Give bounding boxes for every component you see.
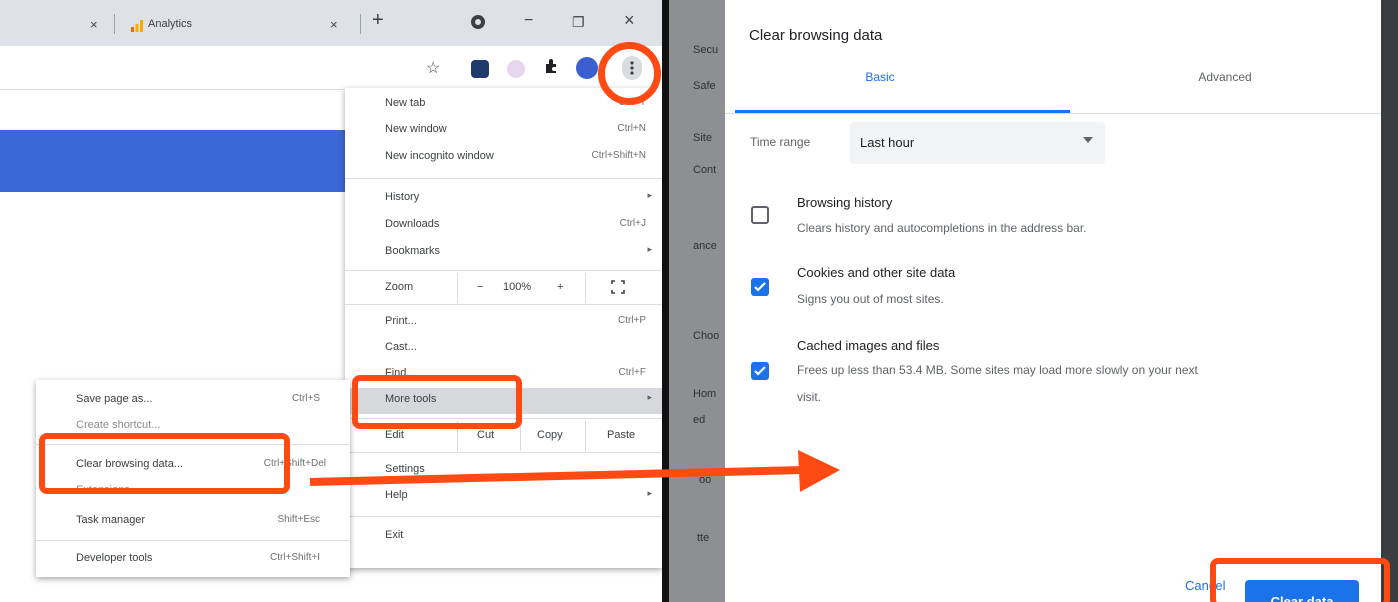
submenu-item-task-manager[interactable]: Task manager Shift+Esc: [36, 510, 350, 536]
tab-separator: [114, 14, 115, 34]
record-icon[interactable]: [470, 14, 486, 35]
tab-separator: [360, 14, 361, 34]
profile-icon[interactable]: [507, 60, 525, 78]
clear-browsing-data-dialog: Clear browsing data Basic Advanced Time …: [725, 0, 1381, 602]
dialog-title: Clear browsing data: [749, 27, 883, 44]
menu-item-history[interactable]: History ▸: [345, 186, 662, 212]
star-icon[interactable]: ☆: [426, 58, 440, 78]
bg-fragment: tte: [697, 532, 710, 544]
close-icon[interactable]: ×: [330, 17, 338, 32]
chevron-right-icon: ▸: [647, 392, 652, 402]
checkbox-cached-images[interactable]: [751, 362, 769, 380]
avatar[interactable]: [576, 57, 598, 79]
bg-fragment: Hom: [693, 388, 717, 400]
option-description: Signs you out of most sites.: [797, 292, 944, 306]
chevron-right-icon: ▸: [647, 190, 652, 200]
extension-icon[interactable]: [471, 60, 489, 78]
checkbox-browsing-history[interactable]: [751, 206, 769, 224]
menu-divider: [345, 516, 662, 517]
close-icon[interactable]: ×: [90, 17, 98, 32]
bg-fragment: Secu: [693, 44, 719, 56]
menu-item-cast[interactable]: Cast...: [345, 336, 662, 362]
option-title: Cached images and files: [797, 338, 940, 353]
menu-item-print[interactable]: Print... Ctrl+P: [345, 310, 662, 336]
option-title: Browsing history: [797, 195, 893, 210]
minimize-button[interactable]: −: [524, 12, 533, 30]
annotation-box-clear-browsing: [39, 433, 290, 494]
option-description: Clears history and autocompletions in th…: [797, 221, 1087, 235]
tab-advanced[interactable]: Advanced: [1155, 70, 1295, 96]
bg-fragment: Choo: [693, 330, 720, 342]
bg-fragment: Site: [693, 132, 712, 144]
annotation-box-clear-data: [1210, 558, 1390, 602]
page-banner: [0, 130, 350, 192]
menu-divider: [345, 304, 662, 305]
chevron-down-icon: [1083, 137, 1093, 143]
chevron-right-icon: ▸: [647, 244, 652, 254]
zoom-level: 100%: [503, 281, 532, 293]
settings-page-backdrop: Secu Safe Site Cont ance Choo Hom ed oo …: [669, 0, 1398, 602]
backdrop-edge: [1381, 0, 1398, 602]
fullscreen-icon[interactable]: [611, 280, 625, 299]
puzzle-icon[interactable]: [543, 58, 559, 79]
window-close-button[interactable]: ×: [624, 10, 635, 31]
time-range-label: Time range: [750, 135, 811, 149]
menu-divider: [345, 270, 662, 271]
annotation-circle-menu: [598, 42, 661, 105]
time-range-select[interactable]: Last hour: [850, 122, 1105, 164]
option-description: Frees up less than 53.4 MB. Some sites m…: [797, 363, 1198, 377]
bg-fragment: ed: [693, 414, 706, 426]
time-range-value: Last hour: [860, 135, 915, 150]
tab-basic[interactable]: Basic: [825, 70, 935, 96]
tab-previous[interactable]: ×: [0, 8, 118, 46]
zoom-in-button[interactable]: +: [557, 281, 563, 293]
browser-toolbar: ☆: [0, 46, 662, 90]
checkmark-icon: [754, 282, 766, 292]
submenu-item-save-page[interactable]: Save page as... Ctrl+S: [36, 388, 350, 414]
panel-divider: [662, 0, 669, 602]
browser-window: × Analytics × + − ❐ × ☆ New tab Ctrl+T N…: [0, 0, 662, 602]
checkbox-cookies[interactable]: [751, 278, 769, 296]
menu-divider: [36, 540, 350, 541]
menu-divider: [345, 178, 662, 179]
tab-analytics[interactable]: Analytics ×: [118, 8, 358, 46]
bg-fragment: Cont: [693, 164, 717, 176]
tabs-divider: [725, 113, 1381, 114]
bg-fragment: ance: [693, 240, 717, 252]
menu-item-new-window[interactable]: New window Ctrl+N: [345, 118, 662, 144]
annotation-arrow-icon: [309, 450, 840, 492]
submenu-item-developer-tools[interactable]: Developer tools Ctrl+Shift+I: [36, 548, 350, 574]
menu-item-downloads[interactable]: Downloads Ctrl+J: [345, 213, 662, 239]
zoom-out-button[interactable]: −: [477, 281, 483, 293]
bg-fragment: Safe: [693, 80, 716, 92]
maximize-button[interactable]: ❐: [572, 14, 585, 31]
new-tab-button[interactable]: +: [372, 9, 384, 32]
menu-item-bookmarks[interactable]: Bookmarks ▸: [345, 240, 662, 266]
menu-row-zoom: Zoom − 100% +: [345, 273, 662, 303]
annotation-box-more-tools: [352, 375, 522, 429]
tab-title: Analytics: [148, 18, 193, 30]
menu-item-new-incognito[interactable]: New incognito window Ctrl+Shift+N: [345, 145, 662, 171]
option-title: Cookies and other site data: [797, 265, 956, 280]
tab-strip: × Analytics × + − ❐ ×: [0, 0, 662, 46]
option-description-cont: visit.: [797, 390, 821, 404]
analytics-icon: [130, 19, 144, 38]
checkmark-icon: [754, 366, 766, 376]
menu-item-exit[interactable]: Exit: [345, 524, 662, 550]
